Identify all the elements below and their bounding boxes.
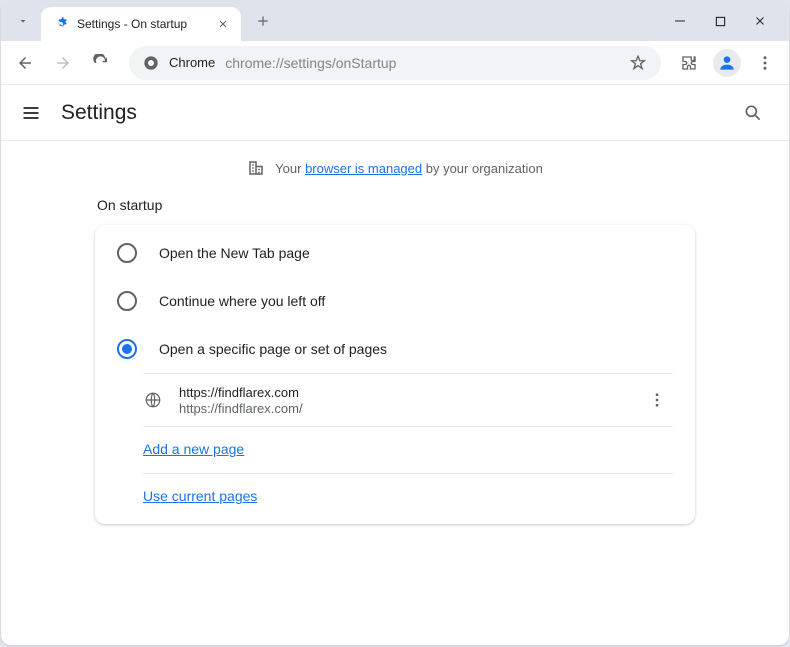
radio-continue-where-left-off[interactable]: Continue where you left off — [95, 277, 695, 325]
add-new-page-link[interactable]: Add a new page — [143, 441, 244, 457]
browser-tab[interactable]: Settings - On startup — [41, 7, 241, 41]
managed-link[interactable]: browser is managed — [305, 161, 422, 176]
reload-button[interactable] — [85, 47, 117, 79]
title-bar: Settings - On startup — [1, 1, 789, 41]
forward-button[interactable] — [47, 47, 79, 79]
settings-header: Settings — [1, 85, 789, 141]
minimize-icon — [674, 15, 686, 27]
page-title: Settings — [61, 101, 717, 125]
star-icon — [629, 54, 647, 72]
chevron-down-icon — [17, 15, 29, 27]
search-button[interactable] — [735, 95, 771, 131]
tab-search-button[interactable] — [9, 7, 37, 35]
window-close-button[interactable] — [743, 7, 777, 35]
page-entry-menu-button[interactable] — [641, 384, 673, 416]
radio-new-tab-page[interactable]: Open the New Tab page — [95, 229, 695, 277]
chrome-chip-icon — [143, 55, 159, 71]
menu-button[interactable] — [19, 101, 43, 125]
avatar-icon — [713, 49, 741, 77]
radio-label: Open the New Tab page — [159, 245, 310, 261]
back-button[interactable] — [9, 47, 41, 79]
startup-page-row: https://findflarex.com https://findflare… — [143, 373, 673, 426]
radio-icon — [117, 291, 137, 311]
plus-icon — [256, 14, 270, 28]
startup-card: Open the New Tab page Continue where you… — [95, 225, 695, 524]
profile-button[interactable] — [711, 47, 743, 79]
tab-title: Settings - On startup — [77, 17, 207, 31]
browser-toolbar: Chrome chrome://settings/onStartup — [1, 41, 789, 85]
radio-specific-pages[interactable]: Open a specific page or set of pages — [95, 325, 695, 373]
window-maximize-button[interactable] — [703, 7, 737, 35]
chrome-menu-button[interactable] — [749, 47, 781, 79]
managed-prefix: Your — [275, 161, 305, 176]
bookmark-button[interactable] — [629, 54, 647, 72]
address-bar[interactable]: Chrome chrome://settings/onStartup — [129, 46, 661, 80]
organization-icon — [247, 159, 265, 177]
extensions-button[interactable] — [673, 47, 705, 79]
close-icon — [218, 19, 228, 29]
puzzle-icon — [680, 54, 698, 72]
arrow-left-icon — [16, 54, 34, 72]
section-title: On startup — [95, 197, 695, 213]
arrow-right-icon — [54, 54, 72, 72]
radio-label: Open a specific page or set of pages — [159, 341, 387, 357]
settings-gear-icon — [53, 16, 69, 32]
managed-banner: Your browser is managed by your organiza… — [247, 159, 543, 177]
close-icon — [754, 15, 766, 27]
url-text: chrome://settings/onStartup — [225, 55, 619, 71]
page-entry-title: https://findflarex.com — [179, 385, 625, 400]
globe-icon — [143, 390, 163, 410]
window-minimize-button[interactable] — [663, 7, 697, 35]
more-vertical-icon — [648, 391, 666, 409]
new-tab-button[interactable] — [249, 7, 277, 35]
settings-content: Your browser is managed by your organiza… — [1, 141, 789, 645]
more-vertical-icon — [756, 54, 774, 72]
search-icon — [743, 103, 763, 123]
reload-icon — [92, 54, 110, 72]
maximize-icon — [715, 16, 726, 27]
radio-label: Continue where you left off — [159, 293, 325, 309]
use-current-pages-link[interactable]: Use current pages — [143, 488, 257, 504]
tab-close-button[interactable] — [215, 16, 231, 32]
page-entry-url: https://findflarex.com/ — [179, 401, 625, 416]
managed-suffix: by your organization — [422, 161, 543, 176]
radio-icon — [117, 243, 137, 263]
hamburger-icon — [21, 103, 41, 123]
chrome-chip-label: Chrome — [169, 55, 215, 70]
radio-icon — [117, 339, 137, 359]
